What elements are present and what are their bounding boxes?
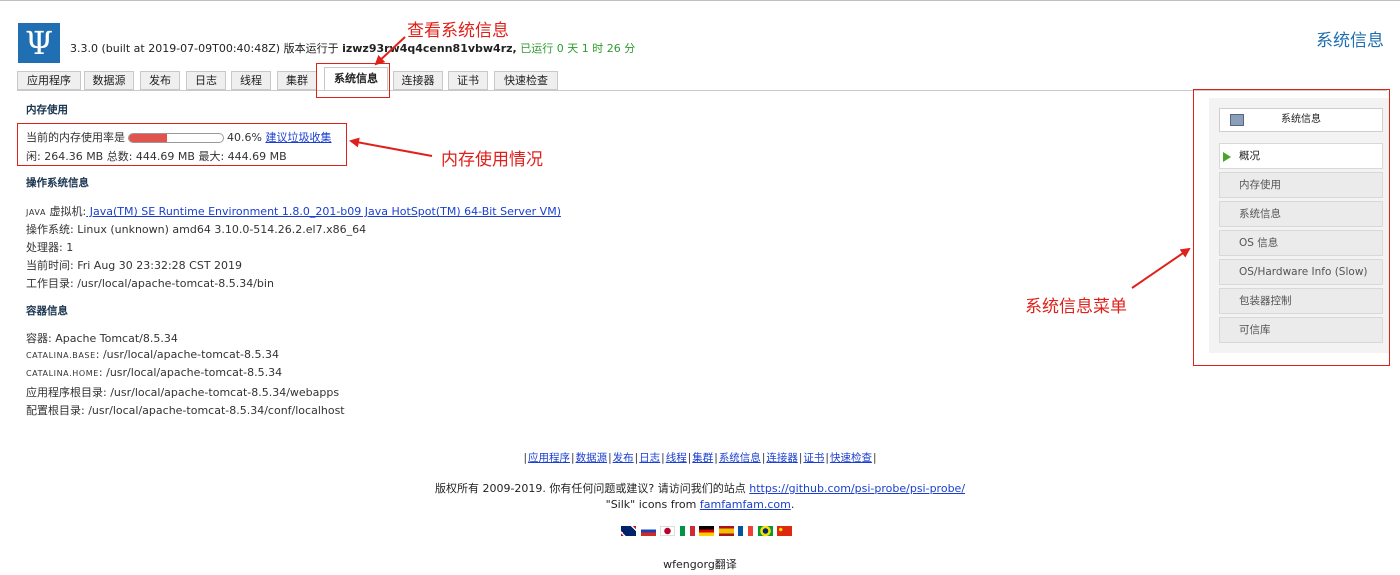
uk-flag-icon[interactable] [621,526,636,536]
japan-flag-icon[interactable] [660,526,675,536]
france-flag-icon[interactable] [738,526,753,536]
copyright-line: 版权所有 2009-2019. 你有任何问题或建议? 请访问我们的站点 http… [0,480,1400,496]
footer-link-datasources[interactable]: 数据源 [576,452,608,464]
footer-link-threads[interactable]: 线程 [666,452,687,464]
footer-link-cluster[interactable]: 集群 [692,452,713,464]
footer-link-connectors[interactable]: 连接器 [766,452,798,464]
memory-arrow [349,137,433,157]
language-flags [621,526,793,539]
famfamfam-link[interactable]: famfamfam.com [700,498,791,511]
italy-flag-icon[interactable] [679,526,695,536]
brazil-flag-icon[interactable] [757,526,773,536]
silk-credit-suffix: . [790,498,795,511]
spain-flag-icon[interactable] [718,526,734,536]
footer-link-system-info[interactable]: 系统信息 [719,452,761,464]
germany-flag-icon[interactable] [699,526,714,536]
china-flag-icon[interactable] [777,526,792,536]
translator-credit: wfengorg翻译 [663,558,737,571]
footer-nav: |应用程序|数据源|发布|日志|线程|集群|系统信息|连接器|证书|快速检查| [523,452,877,464]
footer-link-logs[interactable]: 日志 [639,452,660,464]
footer-link-deploy[interactable]: 发布 [613,452,634,464]
silk-credit-text: "Silk" icons from [605,498,700,511]
russia-flag-icon[interactable] [640,526,656,536]
menu-arrow [1131,247,1191,289]
footer-link-certificates[interactable]: 证书 [803,452,824,464]
project-site-link[interactable]: https://github.com/psi-probe/psi-probe/ [749,482,965,495]
copyright-text: 版权所有 2009-2019. 你有任何问题或建议? 请访问我们的站点 [434,482,750,495]
footer-link-applications[interactable]: 应用程序 [528,452,570,464]
silk-credit-line: "Silk" icons from famfamfam.com. [0,498,1400,511]
footer-link-quick-check[interactable]: 快速检查 [830,452,872,464]
tab-arrow [374,36,406,66]
